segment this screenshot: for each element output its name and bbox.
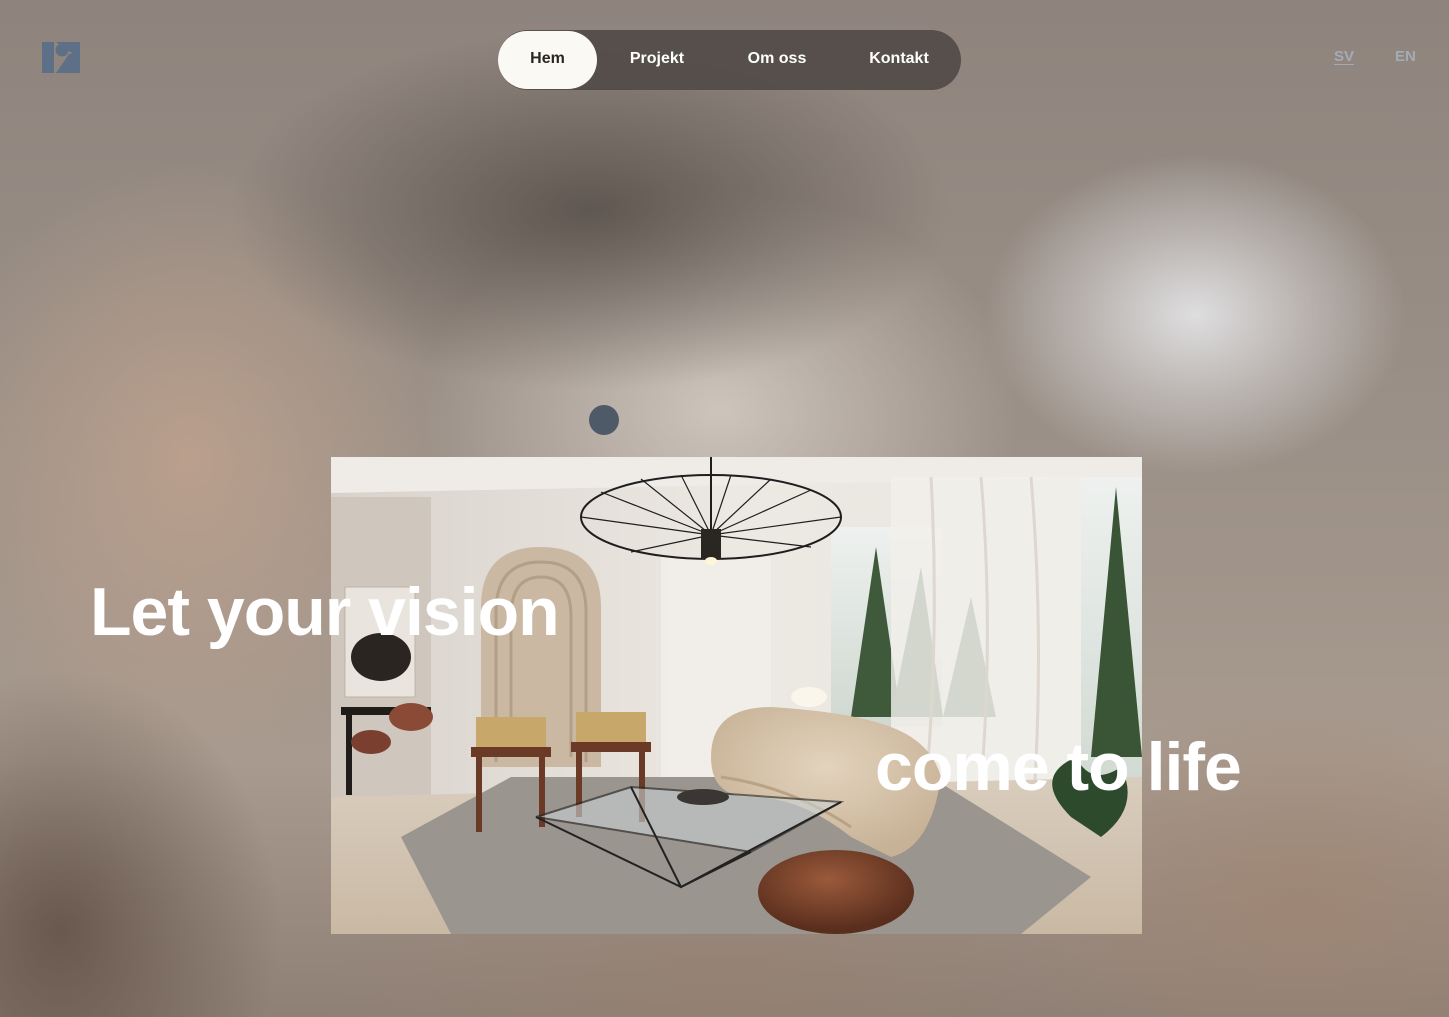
hero-image — [331, 457, 1142, 934]
language-sv-link[interactable]: SV — [1334, 48, 1354, 65]
nav-item-om-oss[interactable]: Om oss — [730, 31, 824, 89]
hero-headline-line-1: Let your vision — [90, 574, 560, 650]
main-nav: Hem Projekt Om oss Kontakt — [498, 30, 961, 90]
cursor-dot-icon — [589, 405, 619, 435]
language-en-link[interactable]: EN — [1395, 48, 1416, 65]
nav-item-projekt[interactable]: Projekt — [609, 31, 705, 89]
nav-item-kontakt[interactable]: Kontakt — [850, 31, 948, 89]
hero-headline-line-2: come to life — [875, 729, 1242, 805]
logo-icon[interactable] — [42, 42, 80, 73]
nav-item-hem[interactable]: Hem — [498, 31, 597, 89]
